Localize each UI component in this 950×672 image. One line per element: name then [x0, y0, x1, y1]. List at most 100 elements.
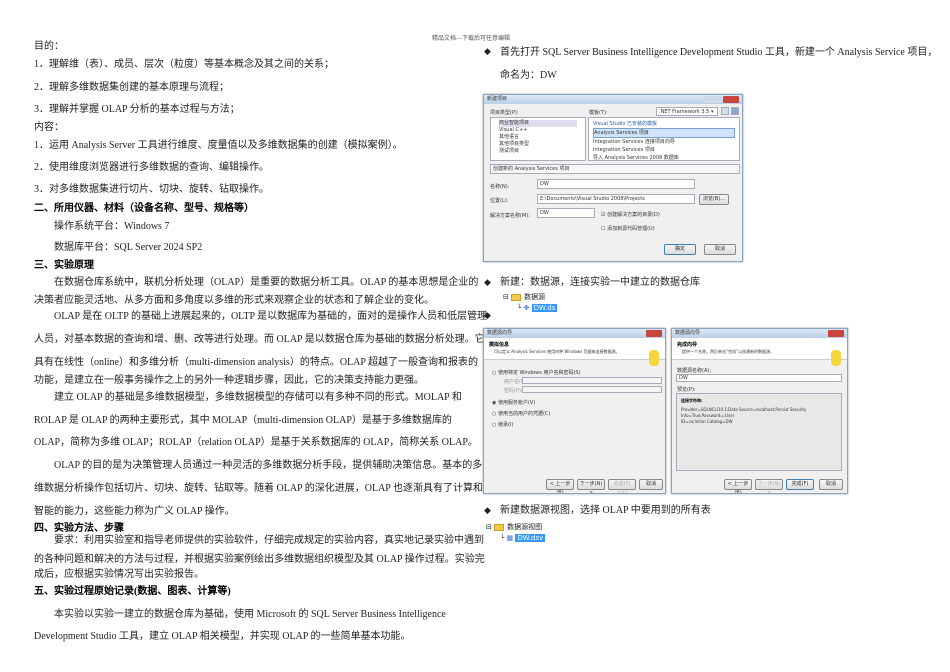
- location-label: 位置(L):: [490, 198, 509, 204]
- templates-list[interactable]: Visual Studio 已安装的模板 Analysis Services 项…: [588, 117, 740, 161]
- paragraph-line: 1．运用 Analysis Server 工具进行维度、度量值以及多维数据集的创…: [34, 140, 403, 151]
- diamond-bullet-icon: ◆: [484, 505, 491, 515]
- project-types-list[interactable]: 商业智能项目 Visual C++ 其他语言 其他项目类型 测试项目: [490, 117, 586, 161]
- step1-line1: 首先打开 SQL Server Business Intelligence De…: [500, 47, 938, 58]
- project-type-item[interactable]: 商业智能项目: [499, 120, 577, 127]
- project-type-item[interactable]: 其他语言: [499, 134, 577, 141]
- ds-name-label: 数据源名称(A):: [677, 368, 712, 374]
- folder-icon: [494, 523, 505, 531]
- paragraph-line: 功能，是建立在一般事务操作之上的另外一种逻辑步骤，因此，它的决策支持能力更强。: [34, 375, 424, 386]
- wizard-impersonation: 数据源向导 模拟信息 可以定义 Analysis Services 使用何种 Wi…: [483, 328, 666, 494]
- dialog-title: 新建项目: [487, 96, 508, 102]
- paragraph-line: 维数据分析操作包括切片、切块、旋转、钻取等。随着 OLAP 的深化进展，OLAP…: [34, 483, 483, 494]
- data-source-view-tree: ⊟ 数据源视图 └ ▦ DW.dsv: [486, 522, 546, 542]
- solution-label: 解决方案名称(M):: [490, 213, 530, 219]
- paragraph-line: 本实验以实验一建立的数据仓库为基础，使用 Microsoft 的 SQL Ser…: [54, 609, 446, 620]
- ds-name-input[interactable]: DW: [676, 374, 842, 382]
- paragraph-line: ROLAP 是 OLAP 的两种主要形式，其中 MOLAP（multi-dime…: [34, 415, 452, 426]
- add-source-checkbox[interactable]: ☐ 添加到源代码管理(U): [601, 225, 655, 232]
- diamond-bullet-icon: ◆: [484, 310, 491, 320]
- paragraph-line: 数据库平台：SQL Server 2024 SP2: [54, 242, 203, 253]
- name-input[interactable]: DW: [537, 179, 695, 189]
- paragraph-line: 2．使用维度浏览器进行多维数据的查询、编辑操作。: [34, 162, 269, 173]
- project-type-item[interactable]: Visual C++: [499, 127, 577, 134]
- paragraph-line: Development Studio 工具，建立 OLAP 相关模型，并实现 O…: [34, 631, 411, 642]
- page-header: 精品文档---下载后可任意编辑: [432, 36, 510, 42]
- paragraph-line: OLAP 是在 OLTP 的基础上进展起来的，OLTP 是以数据库为基础的，面对…: [54, 311, 488, 322]
- paragraph-line: 操作系统平台：Windows 7: [54, 221, 170, 232]
- close-button[interactable]: [723, 96, 739, 103]
- data-source-view-icon: ▦: [506, 534, 514, 542]
- templates-header: Visual Studio 已安装的模板: [593, 121, 658, 127]
- data-source-tree: ⊟ 数据源 └ ✥ DW.ds: [503, 292, 558, 312]
- cancel-button[interactable]: 取消: [639, 479, 663, 490]
- tree-item-dw-ds[interactable]: └ ✥ DW.ds: [517, 304, 558, 312]
- paragraph-line: 2．理解多维数据集创建的基本原理与流程；: [34, 82, 229, 93]
- browse-button[interactable]: 浏览(B)...: [699, 194, 729, 205]
- database-icon: [649, 350, 659, 366]
- paragraph-line: 智能的能力，这些能力称为广义 OLAP 操作。: [34, 506, 235, 517]
- tree-folder-data-sources[interactable]: ⊟ 数据源: [503, 292, 557, 302]
- database-icon: [831, 350, 841, 366]
- radio-current-user[interactable]: ○ 使用当前用户的凭据(C): [492, 410, 550, 417]
- paragraph-line: 人员，对基本数据的查询和增、删、改等进行处理。而 OLAP 是以数据仓库为基础的…: [34, 334, 485, 345]
- finish-button[interactable]: 完成(F) >>|: [608, 479, 636, 493]
- paragraph-line: 的各种问题和解决的方法与过程，并根据实验案例绘出多维数据组织模型及其 OLAP …: [34, 554, 485, 565]
- location-select[interactable]: E:\Documents\Visual Studio 2008\Projects: [537, 194, 695, 204]
- paragraph-line: 决策者应能灵活地、从多方面和多角度以多维的形式来观察企业的状态和了解企业的变化。: [34, 295, 434, 306]
- username-input[interactable]: [522, 377, 662, 384]
- back-button[interactable]: < 上一步(B): [724, 479, 752, 493]
- folder-icon: [511, 293, 522, 301]
- password-input[interactable]: [522, 386, 662, 393]
- finish-button[interactable]: 完成(F): [786, 479, 814, 490]
- tree-folder-dsv[interactable]: ⊟ 数据源视图: [486, 522, 545, 532]
- paragraph-line: OLAP 的目的是为决策管理人员通过一种灵活的多维数据分析手段，提供辅助决策信息…: [54, 460, 483, 471]
- template-item[interactable]: 导入 Analysis Services 2008 数据库: [593, 154, 735, 162]
- next-button[interactable]: 下一步(N) >: [577, 479, 605, 493]
- name-label: 名称(N):: [490, 184, 510, 190]
- cancel-button[interactable]: 取消: [819, 479, 843, 490]
- framework-select[interactable]: .NET Framework 3.5 ▾: [656, 107, 718, 116]
- paragraph-line: OLAP，简称为多维 OLAP；ROLAP（relation OLAP）是基于关…: [34, 437, 478, 448]
- create-dir-checkbox[interactable]: ☑ 创建解决方案的目录(D): [601, 211, 660, 218]
- cancel-button[interactable]: 取消: [704, 244, 736, 255]
- list-view-icon[interactable]: [721, 107, 729, 115]
- project-type-item[interactable]: 其他项目类型: [499, 141, 577, 148]
- preview-label: 预览(P):: [677, 387, 696, 393]
- template-item[interactable]: Analysis Services 项目: [593, 128, 735, 138]
- radio-specific-user[interactable]: ○ 使用特定 Windows 用户名和密码(S): [492, 369, 581, 376]
- radio-inherit[interactable]: ○ 继承(I): [492, 421, 513, 428]
- paragraph-line: 3．对多维数据集进行切片、切块、旋转、钻取操作。: [34, 184, 269, 195]
- section-heading: 二、所用仪器、材料（设备名称、型号、规格等）: [34, 203, 254, 214]
- tile-view-icon[interactable]: [731, 107, 739, 115]
- paragraph-line: 成后，应根据实验情况写出实验报告。: [34, 569, 204, 580]
- help-button[interactable]: [704, 96, 722, 103]
- tree-item-dw-dsv[interactable]: └ ▦ DW.dsv: [500, 534, 546, 542]
- ok-button[interactable]: 确定: [664, 244, 696, 255]
- paragraph-line: 具有在线性（online）和多维分析（multi-dimension analy…: [34, 357, 479, 368]
- paragraph-line: 3．理解并掌握 OLAP 分析的基本过程与方法；: [34, 104, 240, 115]
- paragraph-line: 目的：: [34, 41, 64, 52]
- project-type-item[interactable]: 测试项目: [499, 148, 577, 155]
- radio-service-account[interactable]: ◉ 使用服务帐户(V): [492, 399, 535, 406]
- paragraph-line: 建立 OLAP 的基础是多维数据模型，多维数据模型的存储可以有多种不同的形式。M…: [54, 392, 462, 403]
- project-types-label: 项目类型(P):: [490, 110, 519, 116]
- template-item[interactable]: Integration Services 项目: [593, 146, 735, 154]
- next-button[interactable]: 下一步(N) >: [755, 479, 783, 493]
- data-source-icon: ✥: [523, 304, 530, 312]
- step3-text: 新建数据源视图，选择 OLAP 中要用到的所有表: [500, 505, 711, 516]
- back-button[interactable]: < 上一步(B): [546, 479, 574, 493]
- section-heading: 三、实验原理: [34, 260, 94, 271]
- solution-input[interactable]: DW: [537, 208, 595, 218]
- paragraph-line: 1．理解维（表）、成员、层次（粒度）等基本概念及其之间的关系；: [34, 59, 334, 70]
- paragraph-line: 在数据仓库系统中，联机分析处理（OLAP）是重要的数据分析工具。OLAP 的基本…: [54, 277, 479, 288]
- preview-box: 连接字符串: Provider=SQLNCLI10.1;Data Source=l…: [676, 393, 842, 471]
- wizard-complete: 数据源向导 完成向导 提供一个名称，然后单击“完成”以创建新的数据源。 数据源名称…: [671, 328, 848, 494]
- section-heading: 五、实验过程原始记录(数据、图表、计算等): [34, 586, 231, 597]
- step1-line2: 命名为：DW: [500, 70, 557, 81]
- diamond-bullet-icon: ◆: [484, 277, 491, 287]
- step2-text: 新建：数据源，连接实验一中建立的数据仓库: [500, 277, 700, 288]
- template-item[interactable]: Integration Services 连接项目向导: [593, 138, 735, 146]
- diamond-bullet-icon: ◆: [484, 46, 491, 56]
- templates-label: 模板(T):: [589, 110, 608, 116]
